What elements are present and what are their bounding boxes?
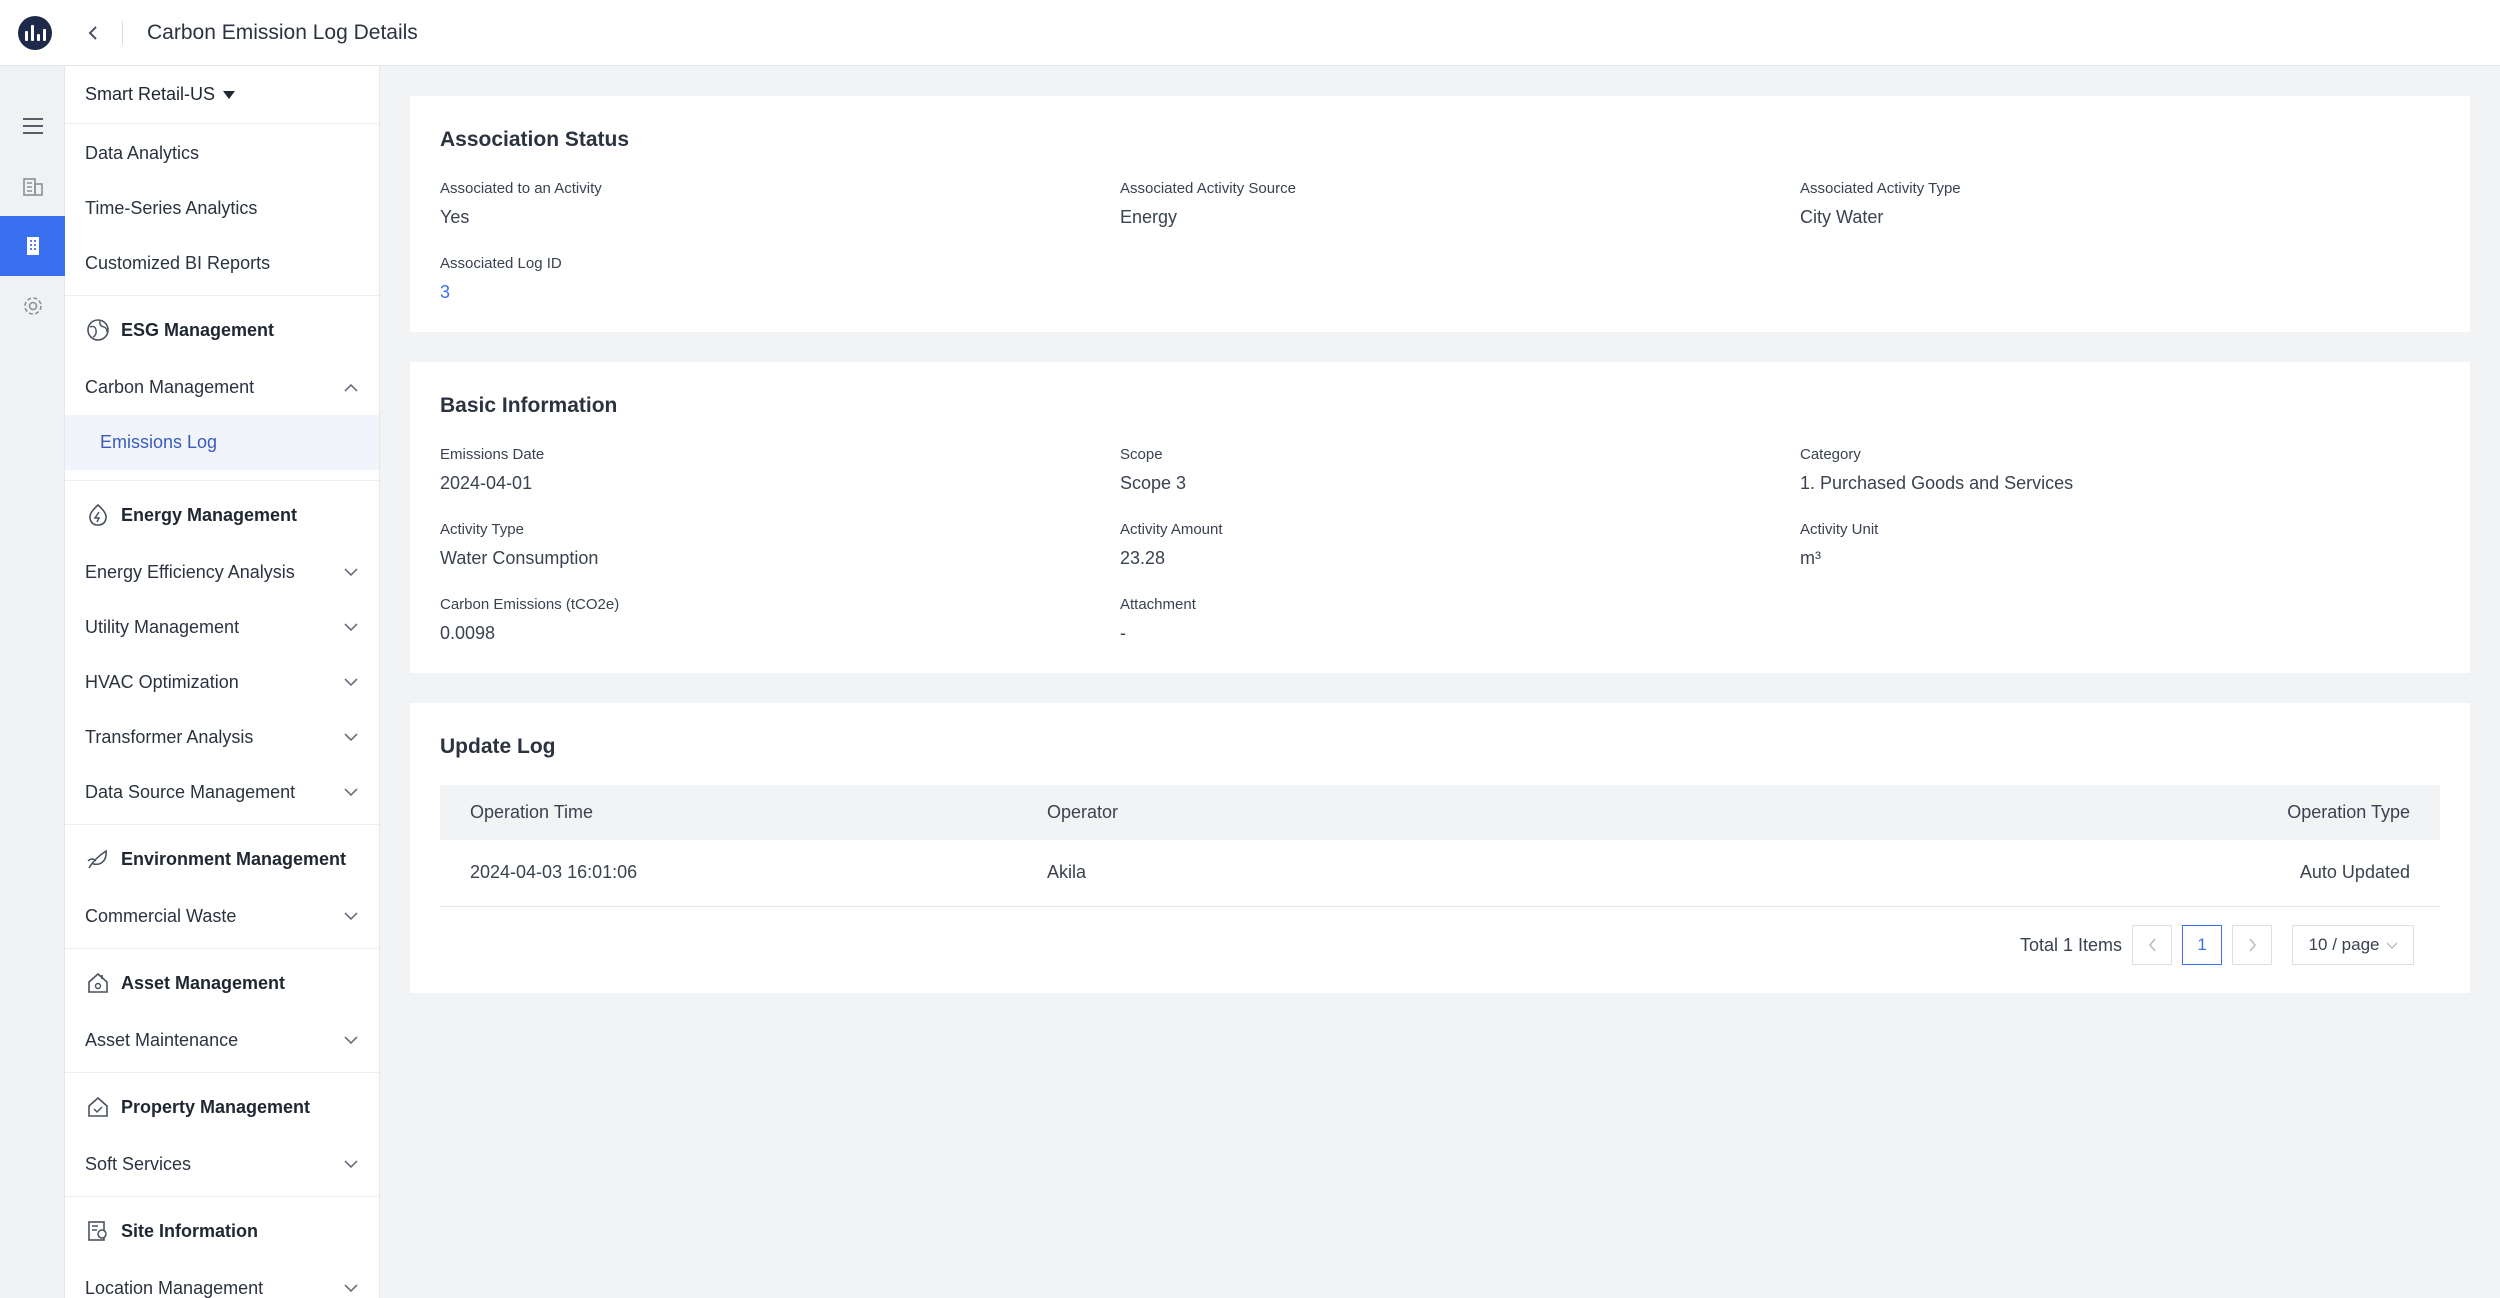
sidebar-item-utility-management[interactable]: Utility Management (65, 600, 379, 655)
associated-activity-field: Associated to an Activity Yes (440, 180, 602, 227)
sidebar-item-commercial-waste[interactable]: Commercial Waste (65, 889, 379, 944)
table-header-row: Operation Time Operator Operation Type (440, 785, 2440, 840)
chevron-up-icon (343, 380, 359, 396)
prev-page-button[interactable] (2132, 925, 2173, 965)
icon-rail (0, 66, 65, 1298)
group-asset-management: Asset Management (65, 953, 379, 1013)
attachment-field: Attachment - (1120, 596, 1196, 643)
gear-icon[interactable] (0, 276, 65, 336)
group-property-management: Property Management (65, 1077, 379, 1137)
sidebar-item-carbon-management[interactable]: Carbon Management (65, 360, 379, 415)
chevron-down-icon (343, 909, 359, 925)
update-log-card: Update Log Operation Time Operator Opera… (410, 703, 2470, 993)
sidebar-item-data-source-management[interactable]: Data Source Management (65, 765, 379, 820)
activity-source-field: Associated Activity Source Energy (1120, 180, 1296, 227)
sidebar-item-soft-services[interactable]: Soft Services (65, 1137, 379, 1192)
sidebar-item-time-series-analytics[interactable]: Time-Series Analytics (65, 181, 379, 236)
chevron-down-icon (343, 675, 359, 691)
chevron-down-icon (343, 785, 359, 801)
cell-operation-time: 2024-04-03 16:01:06 (470, 862, 638, 883)
association-status-title: Association Status (440, 128, 630, 151)
divider (65, 295, 379, 296)
chevron-down-icon (2385, 935, 2398, 955)
pagination: Total 1 Items 1 10 / page (2020, 925, 2415, 965)
group-energy-management: Energy Management (65, 485, 379, 545)
globe-icon (85, 317, 111, 343)
sidebar-item-energy-efficiency-analysis[interactable]: Energy Efficiency Analysis (65, 545, 379, 600)
chevron-down-icon (343, 1281, 359, 1297)
top-header: Carbon Emission Log Details (0, 0, 2500, 66)
column-operation-time: Operation Time (470, 802, 594, 822)
building-icon[interactable] (0, 156, 65, 216)
log-id-field: Associated Log ID 3 (440, 255, 562, 303)
page-size-select[interactable]: 10 / page (2292, 925, 2415, 965)
update-log-title: Update Log (440, 735, 556, 758)
activity-amount-field: Activity Amount 23.28 (1120, 521, 1223, 568)
site-icon (85, 1218, 111, 1244)
divider (65, 1072, 379, 1073)
association-status-card: Association Status Associated to an Acti… (410, 96, 2470, 332)
sidebar-item-hvac-optimization[interactable]: HVAC Optimization (65, 655, 379, 710)
column-operator: Operator (1047, 802, 1119, 822)
divider (65, 480, 379, 481)
basic-information-card: Basic Information Emissions Date 2024-04… (410, 362, 2470, 673)
scope-field: Scope Scope 3 (1120, 446, 1187, 493)
total-items-text: Total 1 Items (2020, 934, 2123, 955)
sidebar-item-data-analytics[interactable]: Data Analytics (65, 126, 379, 181)
back-icon[interactable] (78, 18, 108, 48)
leaf-icon (85, 846, 111, 872)
chevron-down-icon (343, 730, 359, 746)
sidebar-item-emissions-log[interactable]: Emissions Log (65, 415, 379, 470)
caret-down-icon (223, 90, 236, 99)
basic-information-title: Basic Information (440, 394, 618, 417)
activity-type-field: Associated Activity Type City Water (1800, 180, 1961, 227)
menu-icon[interactable] (0, 96, 65, 156)
next-page-button[interactable] (2232, 925, 2273, 965)
group-site-information: Site Information (65, 1201, 379, 1261)
divider (65, 824, 379, 825)
group-esg-management: ESG Management (65, 300, 379, 360)
category-field: Category 1. Purchased Goods and Services (1800, 446, 2074, 493)
sidebar-item-customized-bi-reports[interactable]: Customized BI Reports (65, 236, 379, 291)
chevron-down-icon (343, 1157, 359, 1173)
group-environment-management: Environment Management (65, 829, 379, 889)
chevron-down-icon (343, 1033, 359, 1049)
divider (65, 948, 379, 949)
asset-icon (85, 970, 111, 996)
office-icon[interactable] (0, 216, 65, 276)
page-number-button[interactable]: 1 (2182, 925, 2223, 965)
sidebar-item-asset-maintenance[interactable]: Asset Maintenance (65, 1013, 379, 1068)
activity-type-field: Activity Type Water Consumption (440, 521, 599, 568)
cell-operation-type: Auto Updated (2299, 862, 2410, 883)
app-logo[interactable] (18, 15, 52, 50)
cell-operator: Akila (1047, 862, 1087, 883)
activity-unit-field: Activity Unit m³ (1800, 521, 1879, 568)
sidebar-item-location-management[interactable]: Location Management (65, 1261, 379, 1298)
sidebar-item-transformer-analysis[interactable]: Transformer Analysis (65, 710, 379, 765)
header-divider (122, 20, 123, 45)
emissions-date-field: Emissions Date 2024-04-01 (440, 446, 545, 493)
page-title: Carbon Emission Log Details (147, 20, 418, 44)
column-operation-type: Operation Type (2287, 802, 2410, 822)
chevron-down-icon (343, 565, 359, 581)
table-row: 2024-04-03 16:01:06 Akila Auto Updated (440, 840, 2440, 906)
carbon-emissions-field: Carbon Emissions (tCO2e) 0.0098 (440, 596, 620, 643)
chevron-down-icon (343, 620, 359, 636)
log-id-link[interactable]: 3 (440, 282, 562, 303)
divider (65, 1196, 379, 1197)
sidebar: Smart Retail-US Data Analytics Time-Seri… (65, 66, 380, 1298)
org-selector[interactable]: Smart Retail-US (65, 66, 379, 124)
update-log-table: Operation Time Operator Operation Type 2… (440, 785, 2440, 907)
energy-icon (85, 502, 111, 528)
property-icon (85, 1094, 111, 1120)
org-name: Smart Retail-US (85, 84, 216, 104)
